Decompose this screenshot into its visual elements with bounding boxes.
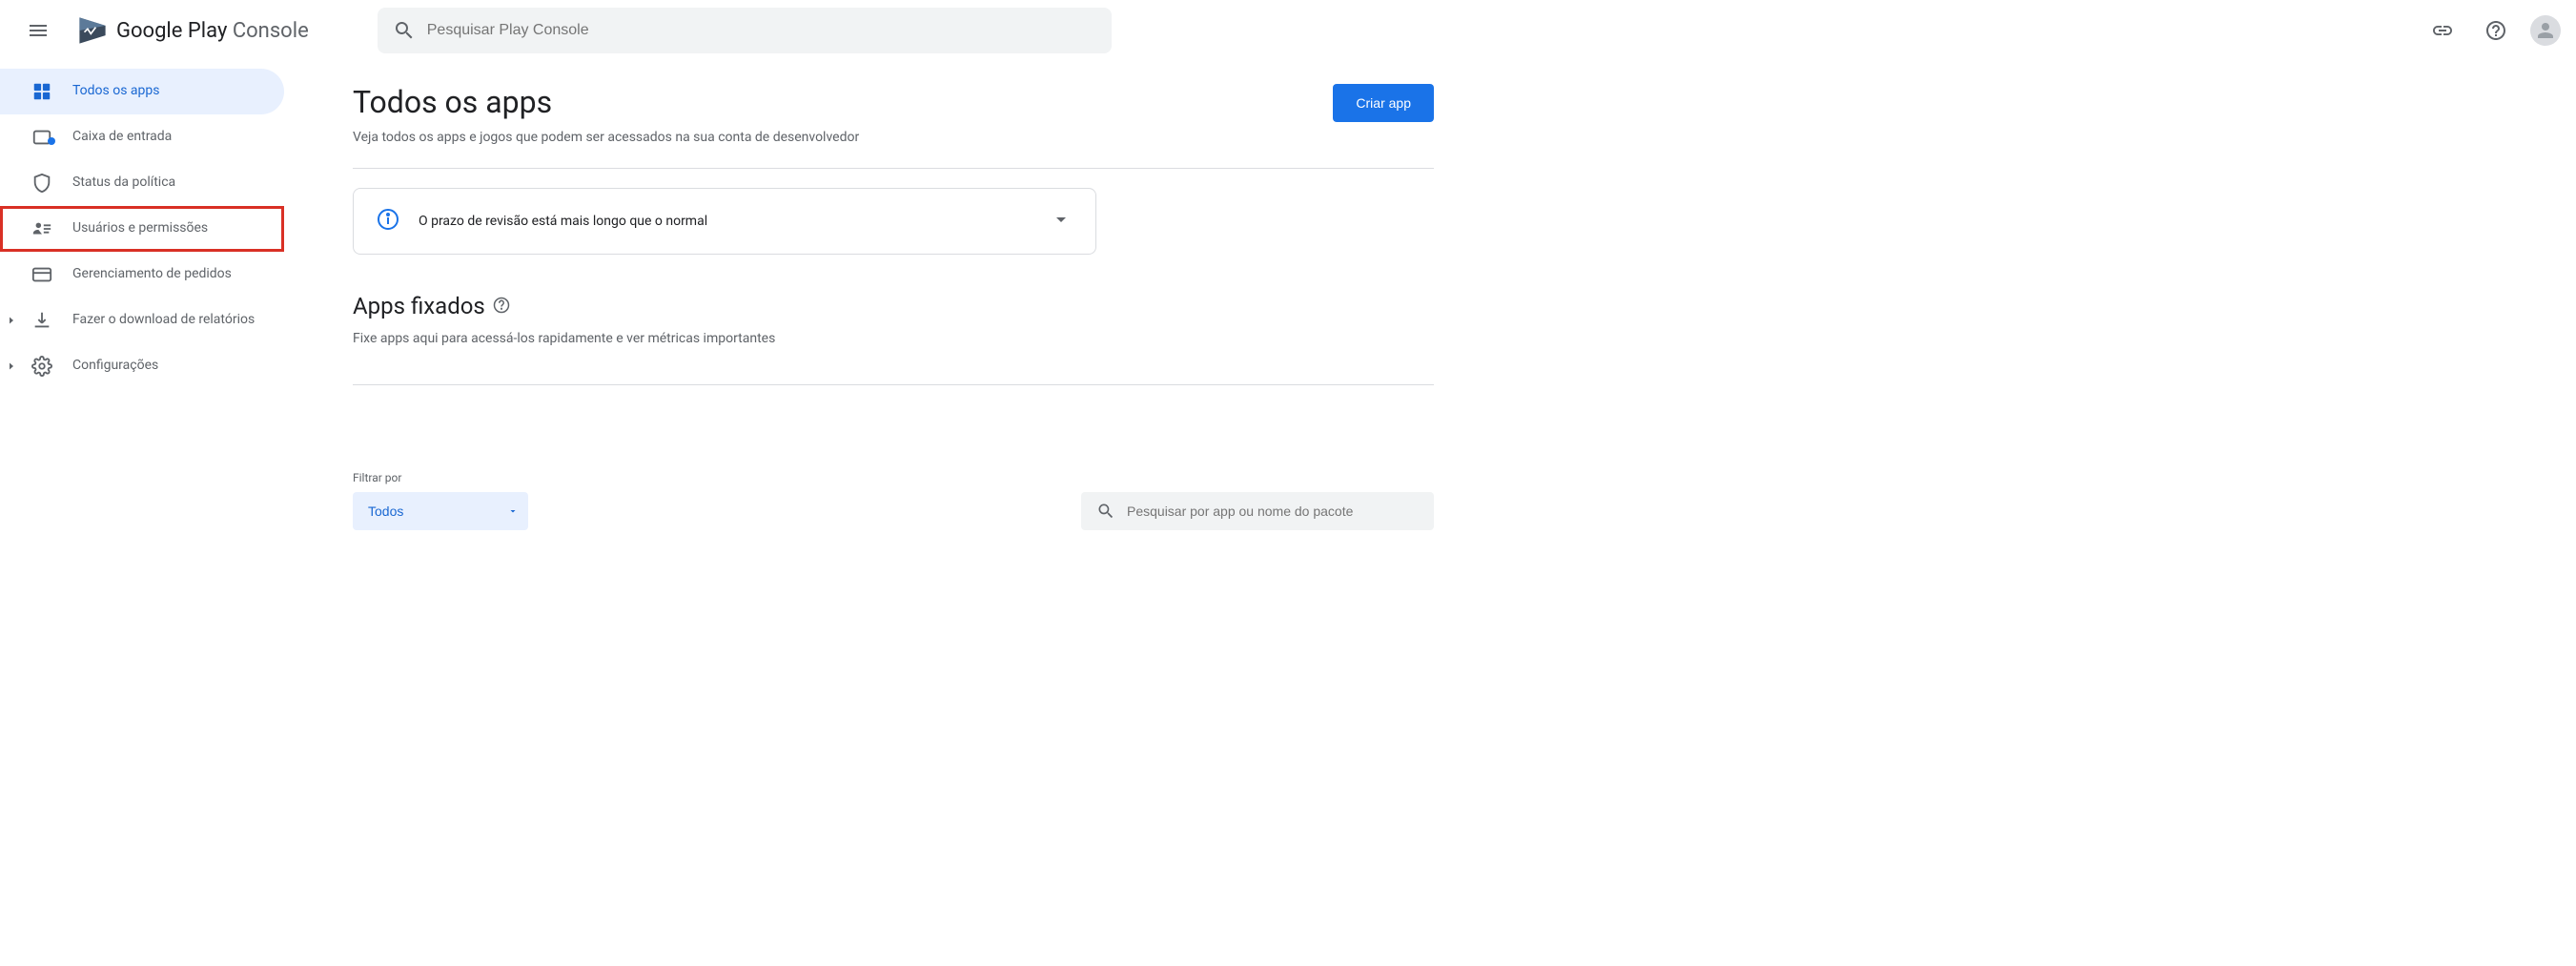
sidebar-item-users-permissions[interactable]: Usuários e permissões [0, 206, 284, 252]
search-icon [1096, 502, 1115, 521]
play-console-logo-icon [76, 14, 109, 47]
filter-value: Todos [368, 504, 403, 519]
global-search[interactable] [378, 8, 1112, 53]
sidebar: Todos os apps Caixa de entrada Status da… [0, 61, 292, 553]
hamburger-menu-button[interactable] [15, 8, 61, 53]
pinned-apps-subtitle: Fixe apps aqui para acessá-los rapidamen… [353, 331, 1434, 346]
main-content: Todos os apps Criar app Veja todos os ap… [292, 61, 1464, 553]
sidebar-item-policy-status[interactable]: Status da política [0, 160, 284, 206]
link-icon [2431, 19, 2454, 42]
apps-search-input[interactable] [1127, 504, 1419, 519]
create-app-button[interactable]: Criar app [1333, 84, 1434, 122]
menu-icon [27, 19, 50, 42]
sidebar-item-label: Usuários e permissões [72, 219, 208, 238]
logo-text: Google Play Console [116, 19, 309, 43]
shield-icon [31, 172, 53, 195]
sidebar-item-label: Status da política [72, 174, 175, 193]
help-outline-icon[interactable] [493, 293, 510, 319]
help-button[interactable] [2477, 11, 2515, 50]
person-icon [2534, 19, 2557, 42]
pinned-apps-title: Apps fixados [353, 293, 1434, 319]
logo[interactable]: Google Play Console [76, 14, 309, 47]
filter-label: Filtrar por [353, 471, 528, 484]
user-avatar[interactable] [2530, 15, 2561, 46]
sidebar-item-inbox[interactable]: Caixa de entrada [0, 114, 284, 160]
chevron-right-icon [6, 312, 17, 330]
sidebar-item-label: Caixa de entrada [72, 128, 172, 147]
divider [353, 384, 1434, 385]
sidebar-item-settings[interactable]: Configurações [0, 343, 284, 389]
page-subtitle: Veja todos os apps e jogos que podem ser… [353, 130, 1434, 145]
page-title: Todos os apps [353, 84, 552, 120]
sidebar-item-download-reports[interactable]: Fazer o download de relatórios [0, 298, 284, 343]
sidebar-item-label: Configurações [72, 357, 158, 376]
dropdown-arrow-icon [507, 505, 519, 517]
sidebar-item-all-apps[interactable]: Todos os apps [0, 69, 284, 114]
gear-icon [31, 355, 53, 378]
sidebar-item-label: Gerenciamento de pedidos [72, 265, 232, 284]
apps-search[interactable] [1081, 492, 1434, 530]
filter-row: Filtrar por Todos [353, 471, 1434, 530]
notification-badge [48, 137, 55, 145]
divider [353, 168, 1434, 169]
header-actions [2423, 11, 2561, 50]
filter-dropdown[interactable]: Todos [353, 492, 528, 530]
chevron-down-icon[interactable] [1050, 208, 1073, 235]
search-icon [393, 19, 416, 42]
notice-card[interactable]: O prazo de revisão está mais longo que o… [353, 188, 1096, 255]
help-icon [2484, 19, 2507, 42]
page-header: Todos os apps Criar app [353, 84, 1434, 122]
global-search-input[interactable] [427, 22, 1096, 39]
download-icon [31, 309, 53, 332]
filter-group: Filtrar por Todos [353, 471, 528, 530]
payment-icon [31, 263, 53, 286]
chevron-right-icon [6, 358, 17, 376]
info-icon [377, 208, 399, 235]
notice-message: O prazo de revisão está mais longo que o… [419, 214, 1031, 229]
sidebar-item-label: Fazer o download de relatórios [72, 311, 255, 330]
link-button[interactable] [2423, 11, 2462, 50]
apps-grid-icon [31, 80, 53, 103]
sidebar-item-order-management[interactable]: Gerenciamento de pedidos [0, 252, 284, 298]
app-header: Google Play Console [0, 0, 2576, 61]
sidebar-item-label: Todos os apps [72, 82, 160, 101]
users-icon [31, 217, 53, 240]
inbox-icon [31, 126, 53, 149]
